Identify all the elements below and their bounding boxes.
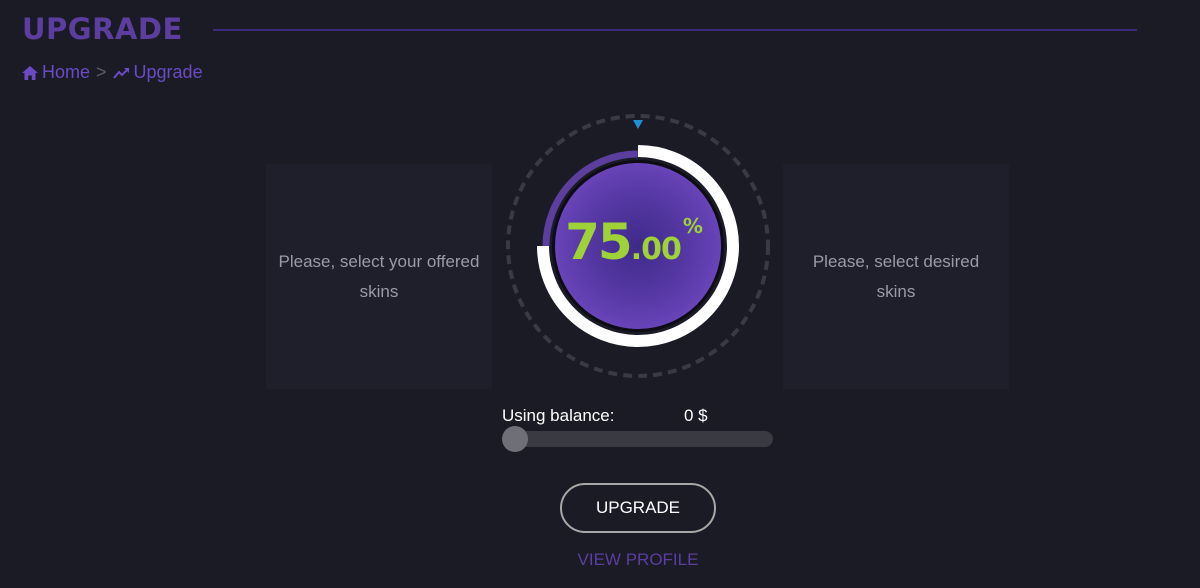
breadcrumb-upgrade-link[interactable]: Upgrade	[112, 62, 203, 83]
chance-integer: 75	[565, 213, 633, 271]
breadcrumb: Home > Upgrade	[22, 62, 203, 83]
chance-decimal: .00	[630, 232, 682, 267]
title-divider	[213, 29, 1137, 31]
desired-skins-prompt: Please, select desired skins	[812, 251, 980, 301]
balance-value: 0 $	[684, 406, 708, 425]
breadcrumb-home-label: Home	[42, 62, 91, 82]
breadcrumb-home-link[interactable]: Home	[22, 62, 90, 83]
balance-label: Using balance:	[502, 406, 615, 425]
breadcrumb-upgrade-label: Upgrade	[133, 62, 203, 82]
chance-readout: 75 .00 %	[498, 108, 778, 388]
offered-skins-panel[interactable]: Please, select your offered skins	[266, 164, 492, 389]
offered-skins-prompt: Please, select your offered skins	[278, 251, 480, 301]
chance-percent-sign: %	[682, 214, 703, 238]
desired-skins-panel[interactable]: Please, select desired skins	[783, 164, 1009, 389]
home-icon	[22, 65, 38, 80]
balance-slider-thumb[interactable]	[502, 426, 528, 452]
page-title: UPGRADE	[22, 12, 183, 46]
breadcrumb-separator: >	[96, 62, 107, 82]
upgrade-chance-dial: 75 .00 %	[498, 108, 778, 388]
upgrade-button[interactable]: UPGRADE	[560, 483, 716, 533]
view-profile-link[interactable]: VIEW PROFILE	[560, 550, 716, 570]
trending-up-icon	[112, 67, 129, 79]
balance-slider-track[interactable]	[502, 431, 773, 447]
